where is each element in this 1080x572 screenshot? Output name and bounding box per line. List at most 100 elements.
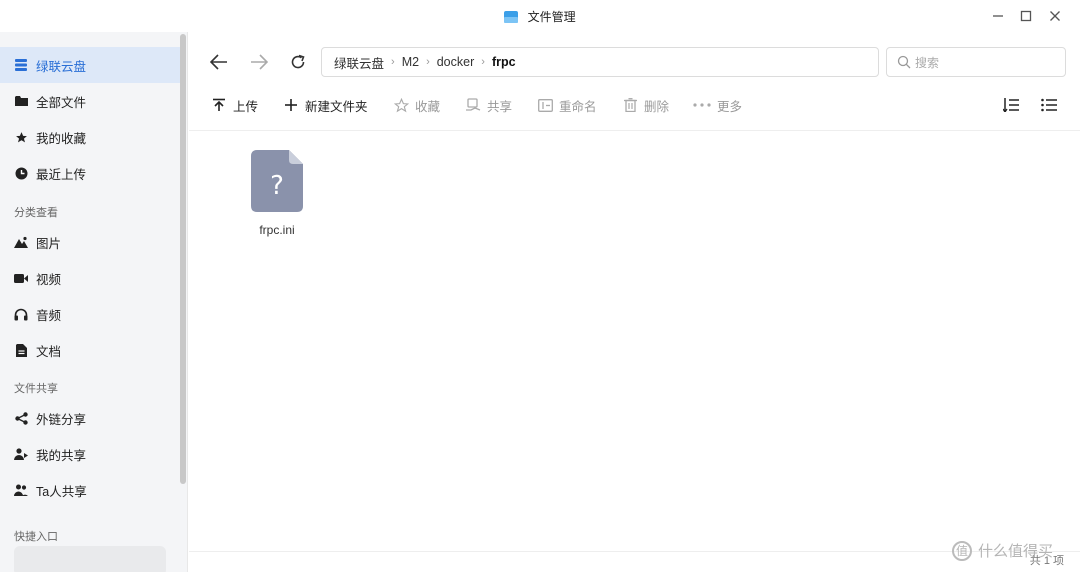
minimize-icon <box>993 15 1003 17</box>
favorite-label: 收藏 <box>415 99 441 114</box>
clock-icon <box>14 166 28 180</box>
toolbar-divider <box>189 130 1080 131</box>
more-label: 更多 <box>717 99 743 114</box>
users-icon <box>14 483 28 497</box>
headphones-icon <box>14 307 28 321</box>
more-button[interactable]: 更多 <box>693 94 742 116</box>
sidebar-item-documents[interactable]: 文档 <box>0 332 180 368</box>
main-panel: 绿联云盘 › M2 › docker › frpc 搜索 上传 新建文件夹 收藏… <box>189 32 1080 572</box>
favorite-button[interactable]: 收藏 <box>393 94 440 116</box>
new-folder-label: 新建文件夹 <box>305 99 368 114</box>
unknown-file-icon: ? <box>251 150 303 212</box>
arrow-left-icon <box>210 54 227 70</box>
watermark-text: 什么值得买 <box>978 543 1054 560</box>
forward-button[interactable] <box>247 50 271 74</box>
breadcrumb-item[interactable]: 绿联云盘 <box>334 53 384 72</box>
sidebar-item-audio[interactable]: 音频 <box>0 296 180 332</box>
footer-divider <box>189 551 1080 552</box>
user-share-icon <box>14 447 28 461</box>
star-icon <box>14 130 28 144</box>
rename-icon <box>537 97 553 113</box>
delete-button[interactable]: 删除 <box>622 94 669 116</box>
image-icon <box>14 235 28 249</box>
section-category-label: 分类查看 <box>14 207 58 219</box>
chevron-right-icon: › <box>391 56 395 68</box>
sidebar-item-label: Ta人共享 <box>36 484 87 499</box>
quick-access-area[interactable] <box>14 546 166 572</box>
search-icon <box>897 55 911 69</box>
toolbar: 上传 新建文件夹 收藏 共享 重命名 删除 更多 <box>189 90 1080 120</box>
sidebar-item-ugreen-cloud[interactable]: 绿联云盘 <box>0 47 180 83</box>
list-view-button[interactable] <box>1041 94 1063 116</box>
delete-label: 删除 <box>644 99 670 114</box>
search-input[interactable]: 搜索 <box>886 47 1066 77</box>
sidebar-item-label: 全部文件 <box>36 95 87 110</box>
sidebar-item-all-files[interactable]: 全部文件 <box>0 83 180 119</box>
refresh-button[interactable] <box>286 50 310 74</box>
sidebar-item-others-shares[interactable]: Ta人共享 <box>0 472 180 508</box>
breadcrumb: 绿联云盘 › M2 › docker › frpc <box>321 47 879 77</box>
close-icon <box>1050 11 1060 21</box>
share-hand-icon <box>465 97 481 113</box>
back-button[interactable] <box>207 50 231 74</box>
sidebar-item-images[interactable]: 图片 <box>0 224 180 260</box>
rename-label: 重命名 <box>559 99 597 114</box>
rename-button[interactable]: 重命名 <box>537 94 597 116</box>
window-title: 文件管理 <box>527 10 576 24</box>
upload-label: 上传 <box>233 99 259 114</box>
sidebar-item-label: 文档 <box>36 344 62 359</box>
sidebar-item-label: 音频 <box>36 308 62 323</box>
svg-text:?: ? <box>270 171 284 201</box>
chevron-right-icon: › <box>481 56 485 68</box>
share-label: 共享 <box>487 99 513 114</box>
search-placeholder: 搜索 <box>915 55 940 70</box>
section-quick-label: 快捷入口 <box>14 531 58 543</box>
sidebar-item-label: 我的共享 <box>36 448 87 463</box>
sidebar-item-label: 绿联云盘 <box>36 59 87 74</box>
sort-button[interactable] <box>1003 94 1025 116</box>
title-bar: 文件管理 <box>0 0 1080 32</box>
breadcrumb-item[interactable]: M2 <box>402 55 419 69</box>
sort-icon <box>1003 97 1019 113</box>
file-name: frpc.ini <box>259 223 295 237</box>
watermark: 值 什么值得买 <box>952 540 1053 561</box>
maximize-icon <box>1020 10 1032 22</box>
upload-button[interactable]: 上传 <box>211 94 258 116</box>
storage-icon <box>14 58 28 72</box>
file-item[interactable]: ? frpc.ini <box>249 150 305 237</box>
sidebar-item-label: 我的收藏 <box>36 131 87 146</box>
refresh-icon <box>291 54 305 69</box>
sidebar-item-label: 视频 <box>36 272 62 287</box>
star-outline-icon <box>393 97 409 113</box>
sidebar-item-link-share[interactable]: 外链分享 <box>0 400 180 436</box>
share-button[interactable]: 共享 <box>465 94 512 116</box>
sidebar-scrollbar[interactable] <box>180 34 186 484</box>
video-icon <box>14 271 28 285</box>
sidebar-item-favorites[interactable]: 我的收藏 <box>0 119 180 155</box>
more-dots-icon <box>693 97 711 113</box>
minimize-button[interactable] <box>988 6 1008 26</box>
sidebar-item-label: 外链分享 <box>36 412 87 427</box>
sidebar: 绿联云盘 全部文件 我的收藏 最近上传 分类查看 图片 视频 音频 文档 文件共… <box>0 32 188 572</box>
watermark-logo-icon: 值 <box>952 540 972 561</box>
plus-icon <box>283 97 299 113</box>
sidebar-item-recent-uploads[interactable]: 最近上传 <box>0 155 180 191</box>
breadcrumb-current[interactable]: frpc <box>492 55 516 69</box>
sidebar-item-my-shares[interactable]: 我的共享 <box>0 436 180 472</box>
trash-icon <box>622 97 638 113</box>
list-view-icon <box>1041 97 1057 113</box>
sidebar-item-label: 最近上传 <box>36 167 87 182</box>
new-folder-button[interactable]: 新建文件夹 <box>283 94 368 116</box>
breadcrumb-item[interactable]: docker <box>437 55 475 69</box>
window-title-area: 文件管理 <box>0 8 1080 25</box>
file-manager-icon <box>504 11 519 23</box>
close-button[interactable] <box>1045 6 1065 26</box>
sidebar-item-label: 图片 <box>36 236 62 251</box>
document-icon <box>14 343 28 357</box>
arrow-right-icon <box>251 54 268 70</box>
maximize-button[interactable] <box>1016 6 1036 26</box>
section-share-label: 文件共享 <box>14 383 58 395</box>
sidebar-item-videos[interactable]: 视频 <box>0 260 180 296</box>
upload-icon <box>211 97 227 113</box>
folder-icon <box>14 94 28 108</box>
